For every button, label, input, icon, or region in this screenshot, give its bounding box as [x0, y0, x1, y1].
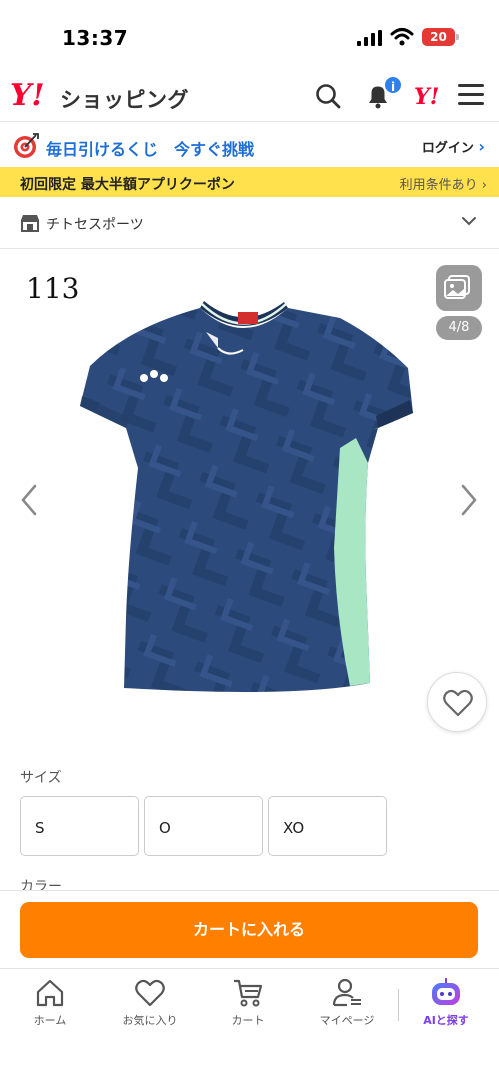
signal-icon — [357, 30, 382, 46]
product-number-label: 113 — [26, 272, 80, 305]
nav-divider — [398, 989, 399, 1021]
login-label[interactable]: ログイン — [422, 141, 474, 156]
bottom-navigation: ホーム お気に入り カート マイページ AIと探す — [0, 968, 499, 1080]
menu-icon[interactable] — [458, 84, 484, 108]
status-time: 13:37 — [62, 26, 129, 50]
nav-item-ai-search[interactable]: AIと探す — [406, 977, 486, 1037]
gallery-icon — [444, 275, 470, 299]
product-image-shirt[interactable] — [78, 288, 418, 708]
coupon-terms-label[interactable]: 利用条件あり — [400, 178, 478, 193]
size-option-s[interactable]: S — [20, 796, 139, 856]
product-image-carousel[interactable]: 113 4/8 — [0, 250, 499, 750]
target-icon — [14, 133, 39, 158]
nav-item-cart[interactable]: カート — [208, 977, 288, 1037]
status-bar: 13:37 20 — [0, 0, 499, 70]
nav-label-ai-search[interactable]: AIと探す — [406, 1012, 486, 1028]
chevron-right-icon: › — [481, 178, 487, 193]
store-row[interactable]: チトセスポーツ — [0, 197, 499, 249]
store-icon — [21, 215, 39, 232]
nav-label-favorites[interactable]: お気に入り — [110, 1012, 190, 1028]
chevron-right-icon[interactable] — [458, 482, 480, 518]
battery-tip — [456, 34, 459, 40]
battery-indicator: 20 — [422, 28, 455, 46]
chevron-right-icon: › — [478, 137, 485, 156]
ai-robot-icon — [432, 978, 460, 1005]
coupon-banner[interactable]: 初回限定 最大半額アプリクーポン 利用条件あり › — [0, 167, 499, 197]
cart-bar: カートに入れる — [0, 890, 499, 968]
nav-item-home[interactable]: ホーム — [10, 977, 90, 1037]
size-option-o[interactable]: O — [144, 796, 263, 856]
heart-icon — [135, 979, 165, 1007]
yahoo-top-link[interactable]: Y! — [414, 84, 439, 110]
nav-item-mypage[interactable]: マイページ — [307, 977, 387, 1037]
notification-badge: i — [383, 75, 403, 95]
gallery-button[interactable] — [436, 265, 482, 311]
user-icon — [332, 978, 361, 1007]
chevron-left-icon[interactable] — [18, 482, 40, 518]
app-header: Y! ショッピング i Y! — [0, 70, 499, 122]
size-option-xo[interactable]: XO — [268, 796, 387, 856]
search-icon[interactable] — [314, 82, 342, 110]
yahoo-logo-mark[interactable]: Y! — [10, 78, 45, 113]
coupon-terms-link[interactable]: 利用条件あり › — [400, 174, 487, 193]
heart-icon — [443, 689, 473, 717]
coupon-text[interactable]: 初回限定 最大半額アプリクーポン — [20, 174, 235, 194]
wifi-icon — [390, 28, 414, 46]
lottery-banner[interactable]: 毎日引けるくじ 今すぐ挑戦 ログイン › — [0, 123, 499, 167]
lottery-text[interactable]: 毎日引けるくじ 今すぐ挑戦 — [46, 136, 254, 160]
nav-label-cart[interactable]: カート — [208, 1012, 288, 1028]
nav-label-home[interactable]: ホーム — [10, 1012, 90, 1028]
login-link[interactable]: ログイン › — [422, 137, 485, 156]
size-label: サイズ — [20, 770, 62, 786]
image-counter: 4/8 — [436, 316, 482, 340]
shopping-logo-text[interactable]: ショッピング — [60, 84, 189, 114]
chevron-down-icon[interactable] — [461, 213, 477, 229]
add-to-cart-button[interactable]: カートに入れる — [20, 902, 478, 958]
nav-item-favorites[interactable]: お気に入り — [110, 977, 190, 1037]
store-name[interactable]: チトセスポーツ — [46, 214, 144, 234]
nav-label-mypage[interactable]: マイページ — [307, 1012, 387, 1028]
home-icon — [36, 979, 64, 1007]
favorite-button[interactable] — [427, 672, 487, 732]
cart-icon — [234, 979, 263, 1007]
